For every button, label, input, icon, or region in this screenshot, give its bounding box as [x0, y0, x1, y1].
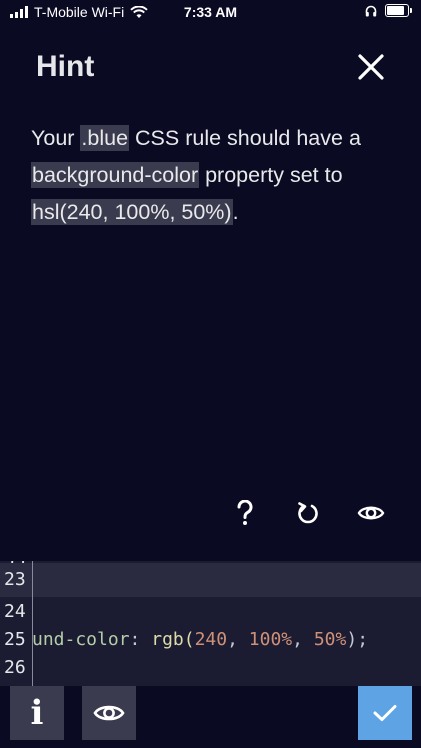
close-icon	[358, 54, 384, 80]
close-button[interactable]	[356, 52, 386, 82]
css-number: 50%	[313, 629, 347, 650]
preview-button[interactable]	[356, 498, 386, 528]
hint-title: Hint	[36, 50, 95, 83]
help-button[interactable]	[230, 498, 260, 528]
status-bar: T-Mobile Wi-Fi 7:33 AM	[0, 0, 421, 24]
hint-text: Your .blue CSS rule should have a backgr…	[31, 120, 401, 231]
check-icon	[373, 705, 397, 721]
submit-check-button[interactable]	[358, 686, 412, 740]
info-button[interactable]: i	[10, 686, 64, 740]
code-editor[interactable]: 22 23 24 25 und-color: rgb(240, 100%, 50…	[0, 561, 421, 686]
hint-text-part: Your	[31, 126, 81, 150]
css-colon: :	[129, 629, 152, 650]
question-mark-icon	[237, 500, 253, 525]
css-end: );	[346, 629, 369, 650]
bottom-toolbar: i	[0, 686, 421, 748]
line-gutter	[0, 561, 33, 686]
status-time: 7:33 AM	[183, 4, 238, 20]
code-chip-background-color: background-color	[31, 162, 200, 188]
css-number: 100%	[248, 629, 293, 650]
info-icon: i	[30, 693, 44, 733]
headphones-icon	[365, 5, 377, 16]
css-separator: ,	[227, 629, 249, 650]
hint-text-part: property set to	[199, 163, 343, 187]
preview-toggle-button[interactable]	[82, 686, 136, 740]
css-function: rgb(	[151, 629, 195, 650]
code-line-active[interactable]: 23	[0, 563, 421, 597]
status-right	[365, 4, 412, 17]
eye-icon	[357, 506, 385, 520]
hint-text-part: CSS rule should have a	[129, 126, 361, 150]
css-number: 240	[194, 629, 228, 650]
code-chip-blue: .blue	[80, 125, 130, 151]
code-line[interactable]: 26	[0, 653, 421, 686]
css-separator: ,	[292, 629, 314, 650]
css-property: und-color	[32, 629, 130, 650]
eye-icon	[93, 705, 125, 721]
code-content: und-color: rgb(240, 100%, 50%);	[32, 629, 368, 650]
reset-icon	[298, 502, 318, 524]
code-chip-hsl: hsl(240, 100%, 50%)	[31, 199, 233, 225]
battery-icon	[385, 4, 412, 17]
reset-button[interactable]	[293, 498, 323, 528]
hint-text-part: .	[232, 200, 239, 224]
